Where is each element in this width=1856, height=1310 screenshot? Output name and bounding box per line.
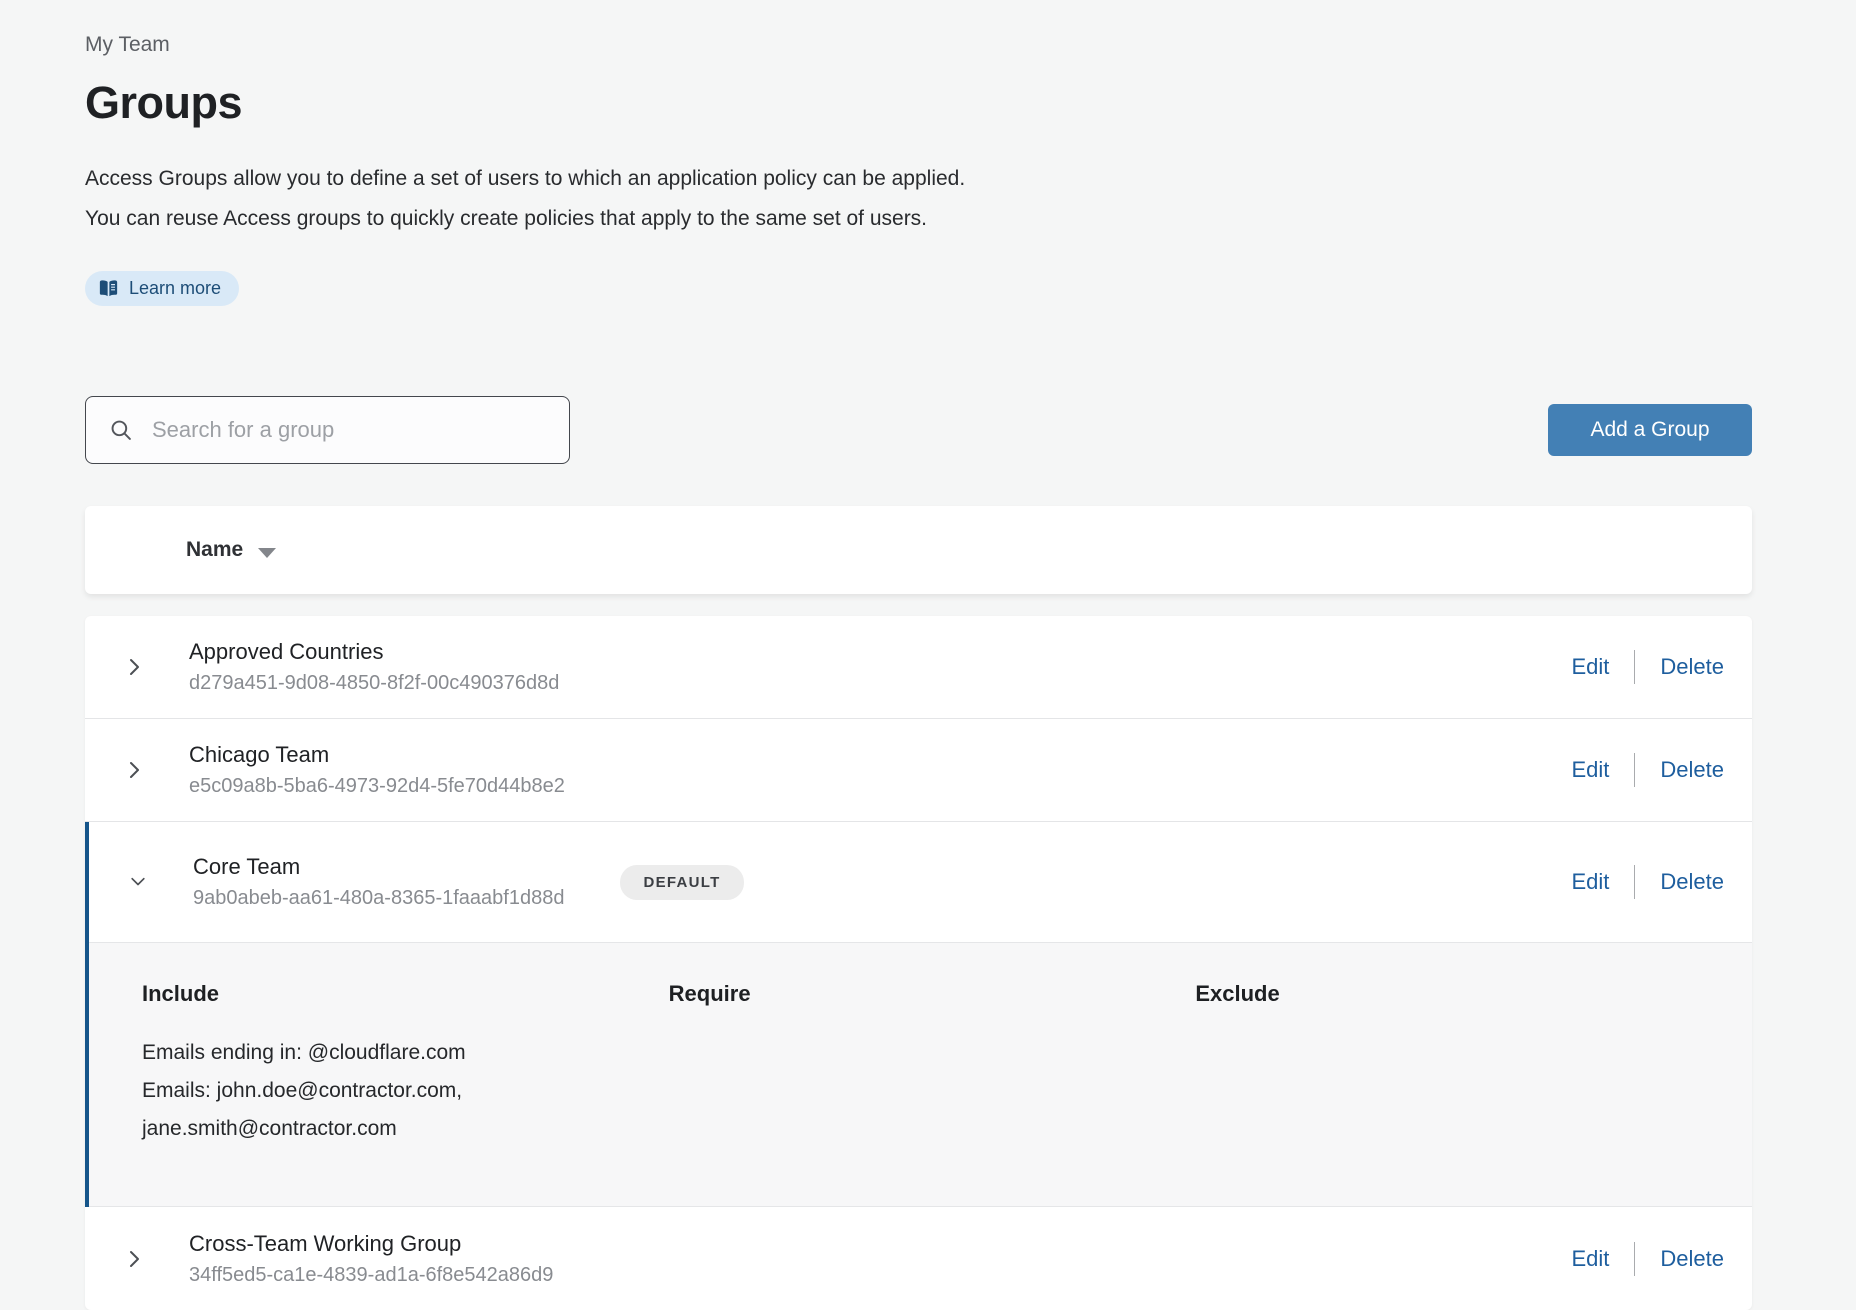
include-rule-line: Emails: john.doe@contractor.com, — [142, 1072, 669, 1110]
group-name: Cross-Team Working Group — [189, 1231, 553, 1257]
search-input[interactable] — [150, 416, 551, 444]
include-rule-line: Emails ending in: @cloudflare.com — [142, 1034, 669, 1072]
group-info: Approved Countries d279a451-9d08-4850-8f… — [189, 639, 559, 695]
page-title: Groups — [85, 77, 1752, 129]
edit-link[interactable]: Edit — [1571, 654, 1609, 680]
description-line-2: You can reuse Access groups to quickly c… — [85, 199, 1752, 239]
table-row[interactable]: Approved Countries d279a451-9d08-4850-8f… — [85, 616, 1752, 719]
table-row[interactable]: Chicago Team e5c09a8b-5ba6-4973-92d4-5fe… — [85, 719, 1752, 822]
search-icon — [108, 417, 134, 443]
exclude-column: Exclude — [1195, 981, 1722, 1148]
chevron-right-icon[interactable] — [124, 655, 144, 679]
chevron-down-icon[interactable] — [128, 871, 148, 893]
learn-more-label: Learn more — [129, 278, 221, 299]
include-column-header: Include — [142, 981, 669, 1007]
learn-more-button[interactable]: Learn more — [85, 271, 239, 306]
actions-divider — [1634, 753, 1635, 787]
edit-link[interactable]: Edit — [1571, 1246, 1609, 1272]
description-line-1: Access Groups allow you to define a set … — [85, 159, 1752, 199]
group-id: e5c09a8b-5ba6-4973-92d4-5fe70d44b8e2 — [189, 775, 565, 798]
delete-link[interactable]: Delete — [1660, 1246, 1724, 1272]
chevron-right-icon[interactable] — [124, 758, 144, 782]
book-icon — [98, 279, 119, 298]
group-name: Chicago Team — [189, 742, 565, 768]
edit-link[interactable]: Edit — [1571, 869, 1609, 895]
group-info: Core Team 9ab0abeb-aa61-480a-8365-1faaab… — [193, 854, 564, 910]
table-row[interactable]: Core Team 9ab0abeb-aa61-480a-8365-1faaab… — [89, 822, 1752, 942]
edit-link[interactable]: Edit — [1571, 757, 1609, 783]
group-info: Cross-Team Working Group 34ff5ed5-ca1e-4… — [189, 1231, 553, 1287]
name-header-label: Name — [186, 538, 243, 562]
group-id: 9ab0abeb-aa61-480a-8365-1faaabf1d88d — [193, 887, 564, 910]
actions-divider — [1634, 650, 1635, 684]
groups-page: My Team Groups Access Groups allow you t… — [0, 0, 1752, 1310]
delete-link[interactable]: Delete — [1660, 869, 1724, 895]
group-name: Core Team — [193, 854, 564, 880]
name-column-header[interactable]: Name — [186, 538, 276, 562]
add-group-button[interactable]: Add a Group — [1548, 404, 1752, 456]
toolbar: Add a Group — [85, 396, 1752, 464]
row-actions: Edit Delete — [1571, 650, 1724, 684]
include-rules: Emails ending in: @cloudflare.com Emails… — [142, 1034, 669, 1148]
delete-link[interactable]: Delete — [1660, 654, 1724, 680]
table-row[interactable]: Cross-Team Working Group 34ff5ed5-ca1e-4… — [85, 1207, 1752, 1310]
breadcrumb: My Team — [85, 33, 1752, 57]
expanded-group: Core Team 9ab0abeb-aa61-480a-8365-1faaab… — [85, 822, 1752, 1207]
group-id: d279a451-9d08-4850-8f2f-00c490376d8d — [189, 672, 559, 695]
table-header: Name — [85, 506, 1752, 594]
actions-divider — [1634, 1242, 1635, 1276]
include-column: Include Emails ending in: @cloudflare.co… — [142, 981, 669, 1148]
row-actions: Edit Delete — [1571, 1242, 1724, 1276]
row-actions: Edit Delete — [1571, 753, 1724, 787]
group-info: Chicago Team e5c09a8b-5ba6-4973-92d4-5fe… — [189, 742, 565, 798]
row-actions: Edit Delete — [1571, 865, 1724, 899]
sort-descending-icon — [258, 548, 276, 558]
include-rule-line: jane.smith@contractor.com — [142, 1110, 669, 1148]
require-column: Require — [669, 981, 1196, 1148]
actions-divider — [1634, 865, 1635, 899]
default-badge: DEFAULT — [620, 865, 743, 900]
exclude-column-header: Exclude — [1195, 981, 1722, 1007]
groups-list: Approved Countries d279a451-9d08-4850-8f… — [85, 616, 1752, 1310]
chevron-right-icon[interactable] — [124, 1247, 144, 1271]
group-rule-details: Include Emails ending in: @cloudflare.co… — [89, 942, 1752, 1207]
page-description: Access Groups allow you to define a set … — [85, 159, 1752, 239]
group-id: 34ff5ed5-ca1e-4839-ad1a-6f8e542a86d9 — [189, 1264, 553, 1287]
require-column-header: Require — [669, 981, 1196, 1007]
group-search[interactable] — [85, 396, 570, 464]
delete-link[interactable]: Delete — [1660, 757, 1724, 783]
group-name: Approved Countries — [189, 639, 559, 665]
